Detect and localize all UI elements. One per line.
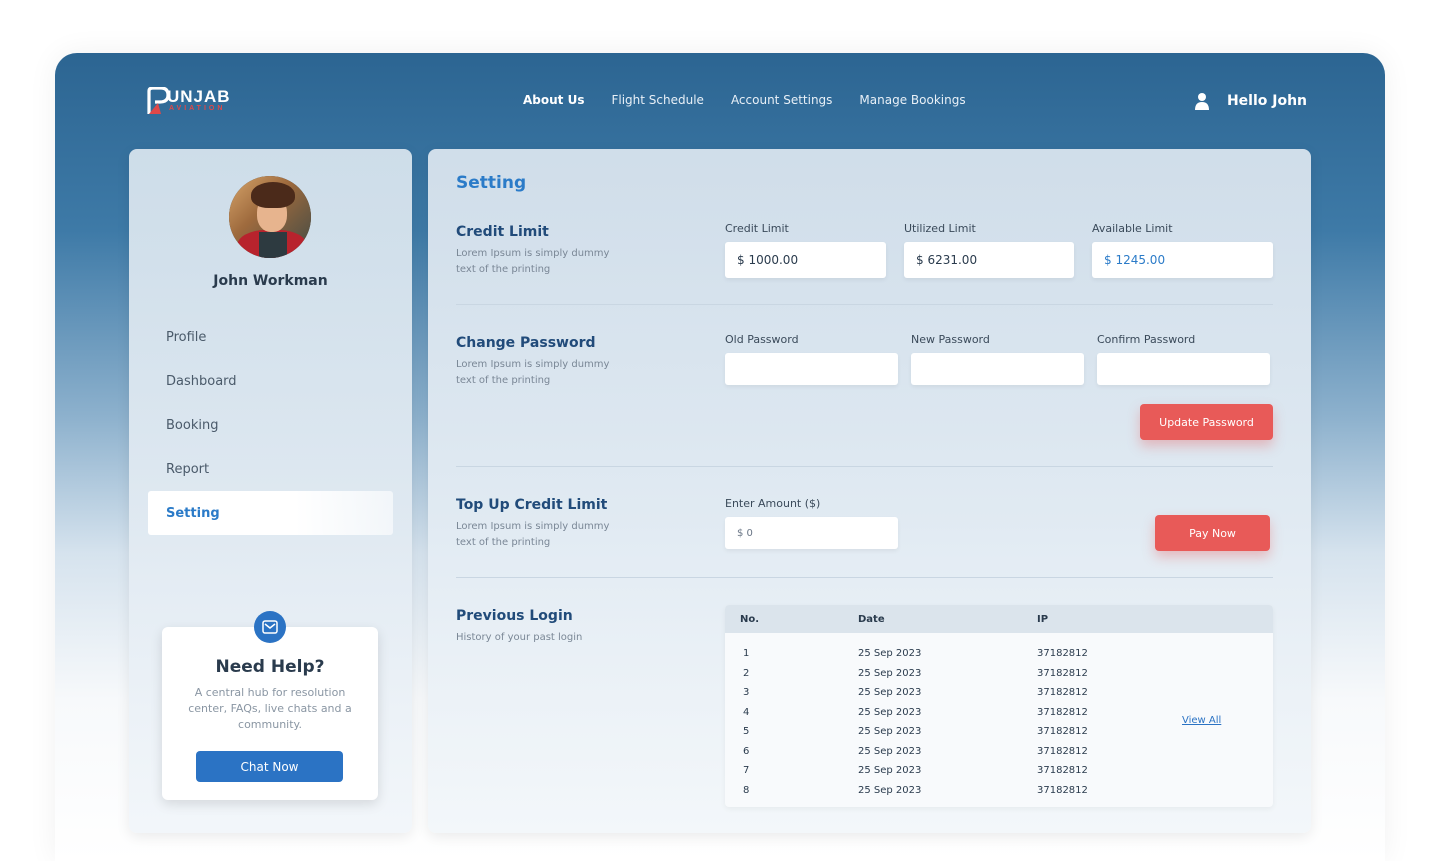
confirm-password-label: Confirm Password: [1097, 333, 1196, 346]
sidebar-item-setting[interactable]: Setting: [148, 491, 393, 535]
cell-no: 2: [743, 667, 750, 679]
logo-mark-icon: [147, 87, 169, 114]
credit-limit-title: Credit Limit: [456, 224, 549, 240]
nav-about-us[interactable]: About Us: [523, 93, 584, 107]
utilized-limit-field: $ 6231.00: [904, 242, 1074, 278]
table-row: 8 25 Sep 2023 37182812: [725, 781, 1273, 801]
user-greeting: Hello John: [1226, 93, 1307, 109]
cell-date: 25 Sep 2023: [858, 687, 922, 699]
cell-date: 25 Sep 2023: [858, 706, 922, 718]
table-row: 7 25 Sep 2023 37182812: [725, 761, 1273, 781]
table-row: 3 25 Sep 2023 37182812: [725, 683, 1273, 703]
nav-manage-bookings[interactable]: Manage Bookings: [859, 93, 965, 107]
column-header-no: No.: [740, 613, 760, 625]
cell-no: 4: [743, 706, 750, 718]
pay-now-button[interactable]: Pay Now: [1155, 515, 1270, 551]
previous-login-title: Previous Login: [456, 608, 573, 624]
amount-label: Enter Amount ($): [725, 497, 821, 510]
credit-limit-field: $ 1000.00: [725, 242, 886, 278]
cell-ip: 37182812: [1037, 745, 1088, 757]
sidebar-item-dashboard[interactable]: Dashboard: [148, 359, 393, 403]
table-row: 6 25 Sep 2023 37182812: [725, 742, 1273, 762]
old-password-label: Old Password: [725, 333, 799, 346]
user-menu[interactable]: Hello John: [1194, 92, 1307, 110]
change-password-desc: Lorem Ipsum is simply dummy text of the …: [456, 359, 610, 386]
column-header-date: Date: [858, 613, 885, 625]
cell-ip: 37182812: [1037, 687, 1088, 699]
help-card: Need Help? A central hub for resolution …: [162, 611, 378, 800]
table-row: 1 25 Sep 2023 37182812: [725, 644, 1273, 664]
previous-login-desc: History of your past login: [456, 632, 583, 643]
logo-word: UNJAB: [167, 87, 231, 106]
cell-ip: 37182812: [1037, 784, 1088, 796]
cell-date: 25 Sep 2023: [858, 726, 922, 738]
cell-date: 25 Sep 2023: [858, 784, 922, 796]
change-password-title: Change Password: [456, 335, 596, 351]
confirm-password-input[interactable]: [1097, 353, 1270, 385]
column-header-ip: IP: [1037, 613, 1049, 625]
cell-no: 1: [743, 648, 750, 660]
cell-no: 5: [743, 726, 750, 738]
sidebar-item-profile[interactable]: Profile: [148, 315, 393, 359]
utilized-limit-label: Utilized Limit: [904, 222, 976, 235]
divider: [456, 304, 1273, 305]
cell-date: 25 Sep 2023: [858, 667, 922, 679]
sidebar: John Workman Profile Dashboard Booking R…: [129, 149, 412, 833]
nav-account-settings[interactable]: Account Settings: [731, 93, 832, 107]
sidebar-item-booking[interactable]: Booking: [148, 403, 393, 447]
top-nav: About Us Flight Schedule Account Setting…: [523, 93, 966, 107]
credit-limit-desc: Lorem Ipsum is simply dummy text of the …: [456, 248, 610, 275]
table-row: 2 25 Sep 2023 37182812: [725, 664, 1273, 684]
view-all-link[interactable]: View All: [1182, 715, 1221, 726]
help-title: Need Help?: [215, 657, 325, 677]
mail-icon: [254, 611, 286, 643]
table-header: No. Date IP: [725, 605, 1273, 633]
update-password-button[interactable]: Update Password: [1140, 404, 1273, 440]
old-password-input[interactable]: [725, 353, 898, 385]
login-history-table: No. Date IP 1 25 Sep 2023 37182812 2 25 Sep…: [725, 605, 1273, 807]
user-icon: [1194, 93, 1209, 110]
credit-limit-label: Credit Limit: [725, 222, 789, 235]
cell-ip: 37182812: [1037, 706, 1088, 718]
available-limit-field: $ 1245.00: [1092, 242, 1273, 278]
sidebar-menu: Profile Dashboard Booking Report Setting: [148, 315, 393, 535]
amount-input[interactable]: [725, 517, 898, 549]
app-frame: UNJAB AVIATION About Us Flight Schedule …: [55, 53, 1385, 861]
cell-no: 6: [743, 745, 750, 757]
cell-ip: 37182812: [1037, 667, 1088, 679]
cell-no: 8: [743, 784, 750, 796]
cell-ip: 37182812: [1037, 726, 1088, 738]
sidebar-item-report[interactable]: Report: [148, 447, 393, 491]
new-password-input[interactable]: [911, 353, 1084, 385]
available-limit-label: Available Limit: [1092, 222, 1173, 235]
divider: [456, 577, 1273, 578]
top-up-title: Top Up Credit Limit: [456, 497, 608, 513]
logo-subtitle: AVIATION: [169, 105, 226, 112]
top-up-desc: Lorem Ipsum is simply dummy text of the …: [456, 521, 610, 548]
help-text: A central hub for resolution center, FAQ…: [188, 686, 352, 731]
chat-now-button[interactable]: Chat Now: [196, 751, 343, 782]
cell-no: 3: [743, 687, 750, 699]
profile-name: John Workman: [213, 273, 328, 289]
brand-logo[interactable]: UNJAB AVIATION: [147, 87, 237, 115]
avatar[interactable]: [229, 176, 311, 258]
nav-flight-schedule[interactable]: Flight Schedule: [611, 93, 703, 107]
cell-ip: 37182812: [1037, 765, 1088, 777]
cell-date: 25 Sep 2023: [858, 765, 922, 777]
cell-date: 25 Sep 2023: [858, 648, 922, 660]
page-title: Setting: [456, 173, 527, 193]
cell-no: 7: [743, 765, 750, 777]
divider: [456, 466, 1273, 467]
cell-ip: 37182812: [1037, 648, 1088, 660]
settings-panel: Setting Credit Limit Lorem Ipsum is simp…: [428, 149, 1311, 833]
cell-date: 25 Sep 2023: [858, 745, 922, 757]
new-password-label: New Password: [911, 333, 990, 346]
